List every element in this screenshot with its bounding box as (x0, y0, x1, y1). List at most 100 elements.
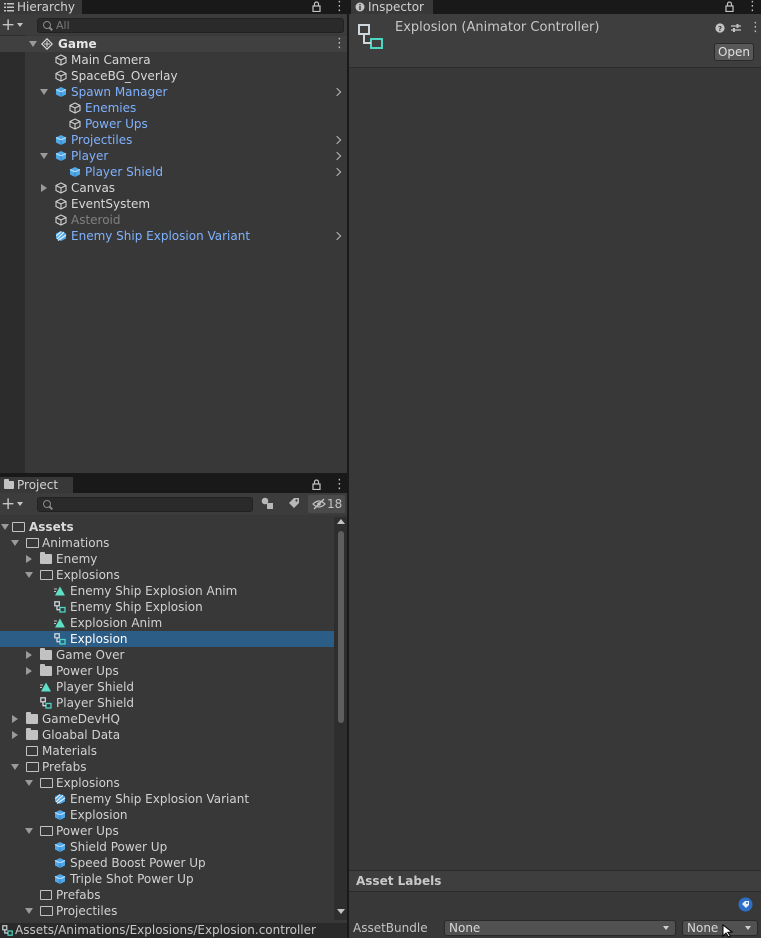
project-row[interactable]: Power Ups (0, 823, 334, 839)
scroll-up-icon[interactable] (337, 519, 345, 524)
project-row[interactable]: GameDevHQ (0, 711, 334, 727)
hierarchy-menu-icon[interactable]: ⋮ (333, 0, 346, 14)
project-row[interactable]: Explosion Anim (0, 615, 334, 631)
create-icon[interactable]: + (1, 496, 15, 513)
assetbundle-dropdown[interactable]: None (444, 920, 676, 936)
item-label: Triple Shot Power Up (70, 872, 194, 886)
assetbundle-label: AssetBundle (353, 921, 428, 935)
variant-value: None (687, 921, 719, 935)
chevron-right-icon[interactable] (332, 151, 342, 161)
expand-arrow-icon[interactable] (25, 572, 33, 578)
hierarchy-row[interactable]: Power Ups (0, 116, 347, 132)
project-row[interactable]: Enemy (0, 551, 334, 567)
collapse-arrow-icon[interactable] (41, 184, 47, 192)
inspector-tab[interactable]: Inspector (351, 0, 433, 14)
inspector-item-menu-icon[interactable]: ⋮ (749, 21, 761, 34)
item-label: Asteroid (71, 213, 121, 227)
prefab-variant-icon (55, 230, 67, 242)
collapse-arrow-icon[interactable] (26, 555, 32, 563)
lock-icon[interactable] (312, 1, 321, 12)
chevron-right-icon[interactable] (332, 135, 342, 145)
expand-arrow-icon[interactable] (40, 153, 48, 159)
folder-icon (26, 712, 38, 724)
expand-arrow-icon[interactable] (40, 89, 48, 95)
project-menu-icon[interactable]: ⋮ (333, 478, 346, 491)
status-path: Assets/Animations/Explosions/Explosion.c… (15, 923, 316, 937)
project-row[interactable]: Player Shield (0, 695, 334, 711)
item-label: Power Ups (56, 664, 119, 678)
project-row[interactable]: Explosions (0, 567, 334, 583)
project-row[interactable]: Explosion (0, 631, 334, 647)
hierarchy-row[interactable]: Projectiles (0, 132, 347, 148)
project-row[interactable]: Prefabs (0, 759, 334, 775)
project-row[interactable]: Materials (0, 743, 334, 759)
expand-arrow-icon[interactable] (25, 828, 33, 834)
hierarchy-row[interactable]: Main Camera (0, 52, 347, 68)
project-row[interactable]: Shield Power Up (0, 839, 334, 855)
label-tag-icon[interactable] (738, 897, 753, 912)
scene-expand-icon[interactable] (29, 41, 37, 47)
project-search-input[interactable] (37, 497, 253, 512)
assets-root[interactable]: Assets (29, 519, 74, 535)
search-by-label-icon[interactable] (288, 497, 300, 509)
add-dropdown-icon[interactable] (17, 23, 23, 27)
chevron-right-icon[interactable] (332, 167, 342, 177)
expand-arrow-icon[interactable] (25, 780, 33, 786)
expand-arrow-icon[interactable] (11, 764, 19, 770)
project-tab[interactable]: Project (0, 477, 73, 493)
lock-icon[interactable] (312, 479, 321, 490)
hierarchy-row[interactable]: SpaceBG_Overlay (0, 68, 347, 84)
expand-arrow-icon[interactable] (25, 908, 33, 914)
hierarchy-row[interactable]: Player Shield (0, 164, 347, 180)
open-button[interactable]: Open (714, 43, 754, 61)
assets-expand-icon[interactable] (1, 524, 9, 530)
project-row[interactable]: Explosions (0, 775, 334, 791)
collapse-arrow-icon[interactable] (12, 715, 18, 723)
folder-icon (40, 552, 52, 564)
project-row[interactable]: Explosion (0, 807, 334, 823)
hierarchy-search-input[interactable]: All (37, 18, 344, 33)
expand-arrow-icon[interactable] (11, 540, 19, 546)
project-row[interactable]: Triple Shot Power Up (0, 871, 334, 887)
help-icon[interactable]: ? (715, 23, 725, 33)
collapse-arrow-icon[interactable] (12, 731, 18, 739)
hierarchy-row[interactable]: Canvas (0, 180, 347, 196)
hierarchy-row[interactable]: EventSystem (0, 196, 347, 212)
project-row[interactable]: Enemy Ship Explosion Anim (0, 583, 334, 599)
project-row[interactable]: Player Shield (0, 679, 334, 695)
hierarchy-row[interactable]: Enemy Ship Explosion Variant (0, 228, 347, 244)
inspector-tab-label: Inspector (368, 0, 424, 14)
item-label: Enemy Ship Explosion Variant (71, 229, 251, 243)
project-row[interactable]: Projectiles (0, 903, 334, 919)
project-row[interactable]: Speed Boost Power Up (0, 855, 334, 871)
create-dropdown-icon[interactable] (17, 502, 23, 506)
inspector-menu-icon[interactable]: ⋮ (746, 0, 759, 13)
folder-icon (40, 664, 52, 676)
chevron-right-icon[interactable] (332, 87, 342, 97)
project-row[interactable]: Game Over (0, 647, 334, 663)
item-label: Main Camera (71, 53, 151, 67)
add-icon[interactable]: + (1, 17, 15, 34)
project-row[interactable]: Prefabs (0, 887, 334, 903)
collapse-arrow-icon[interactable] (26, 651, 32, 659)
hierarchy-row[interactable]: Asteroid (0, 212, 347, 228)
hierarchy-row[interactable]: Spawn Manager (0, 84, 347, 100)
hierarchy-tab[interactable]: Hierarchy (0, 0, 82, 14)
hierarchy-row[interactable]: Player (0, 148, 347, 164)
chevron-right-icon[interactable] (332, 231, 342, 241)
collapse-arrow-icon[interactable] (26, 667, 32, 675)
project-row[interactable]: Gloabal Data (0, 727, 334, 743)
project-row[interactable]: Enemy Ship Explosion Variant (0, 791, 334, 807)
preset-sliders-icon[interactable] (731, 23, 741, 33)
project-scroll-thumb[interactable] (338, 531, 344, 723)
folder-empty-icon (26, 746, 38, 756)
project-row[interactable]: Enemy Ship Explosion (0, 599, 334, 615)
assetbundle-variant-dropdown[interactable]: None (682, 920, 758, 936)
scene-menu-icon[interactable]: ⋮ (333, 37, 346, 50)
project-row[interactable]: Power Ups (0, 663, 334, 679)
lock-icon[interactable] (725, 1, 734, 12)
project-row[interactable]: Animations (0, 535, 334, 551)
scroll-down-icon[interactable] (337, 909, 345, 914)
search-by-type-icon[interactable] (261, 497, 274, 510)
hierarchy-row[interactable]: Enemies (0, 100, 347, 116)
